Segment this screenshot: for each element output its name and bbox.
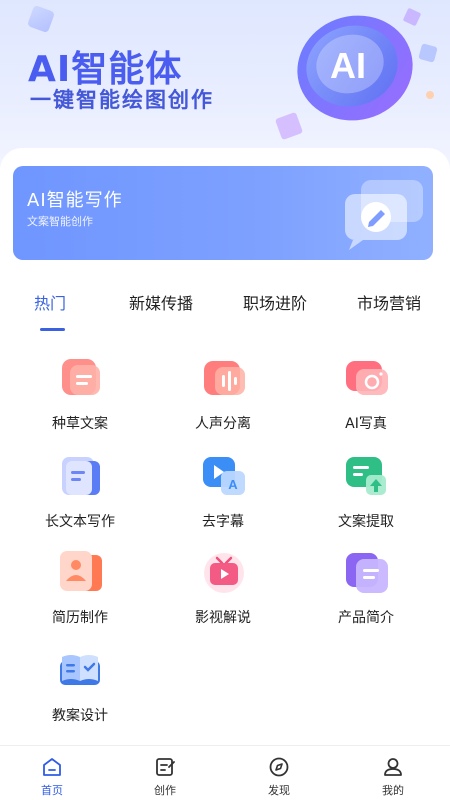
edit-chat-bubble-icon [345,180,423,250]
long-document-icon [62,457,100,495]
tool-label: 教案设计 [52,708,108,724]
tool-item[interactable]: AI写真 [306,355,426,445]
ai-logo-text: AI [330,45,366,86]
decorative-cube [26,4,56,34]
tool-item[interactable]: 种草文案 [20,355,140,445]
nav-create[interactable]: 创作 [135,756,195,798]
tool-label: 简历制作 [52,610,108,626]
ai-writing-banner[interactable]: AI智能写作 文案智能创作 [13,166,433,260]
tab-hot[interactable]: 热门 [34,290,66,314]
tab-career[interactable]: 职场进阶 [243,290,307,314]
user-icon [384,758,402,776]
tool-item[interactable]: 文案提取 [306,453,426,543]
tool-label: 人声分离 [195,416,251,432]
resume-icon [60,551,102,591]
ai-logo-graphic: AI [275,8,438,140]
hero-subtitle: 一键智能绘图创作 [30,88,214,112]
open-book-icon [60,655,100,685]
subtitle-remove-icon: A [203,457,245,495]
nav-discover[interactable]: 发现 [249,756,309,798]
tool-label: 影视解说 [195,610,251,626]
banner-subtitle: 文案智能创作 [27,215,93,228]
tool-item[interactable]: 长文本写作 [20,453,140,543]
tool-item[interactable]: 产品简介 [306,549,426,639]
text-extract-icon [346,457,386,495]
tool-item[interactable]: 影视解说 [163,549,283,639]
tool-item[interactable]: 教案设计 [20,647,140,737]
home-icon [43,758,61,776]
audio-wave-icon [204,361,245,395]
tool-item[interactable]: 人声分离 [163,355,283,445]
tab-new-media[interactable]: 新媒传播 [129,290,193,314]
compass-icon [269,757,289,777]
product-doc-icon [346,553,388,593]
tv-play-icon [204,553,244,593]
tab-active-indicator [40,328,65,331]
tool-item[interactable]: A 去字幕 [163,453,283,543]
nav-label: 创作 [154,784,176,797]
nav-label: 发现 [268,784,290,797]
svg-text:A: A [228,477,238,492]
tool-label: 种草文案 [52,416,108,432]
tab-marketing[interactable]: 市场营销 [357,290,421,314]
nav-label: 首页 [41,784,63,797]
bottom-navigation: 首页 创作 发现 我的 [0,745,450,800]
tool-label: AI写真 [345,416,387,432]
create-icon [156,758,175,776]
banner-title: AI智能写作 [27,190,123,211]
note-card-icon [62,359,100,395]
hero-header: AI智能体 一键智能绘图创作 AI [0,0,450,170]
tool-label: 产品简介 [338,610,394,626]
tool-label: 长文本写作 [45,514,115,530]
camera-icon [346,361,388,395]
nav-home[interactable]: 首页 [22,756,82,798]
nav-label: 我的 [382,784,404,797]
nav-profile[interactable]: 我的 [363,756,423,798]
tool-label: 去字幕 [202,514,244,530]
category-tabs: 热门 新媒传播 职场进阶 市场营销 [0,290,450,331]
tool-item[interactable]: 简历制作 [20,549,140,639]
tool-label: 文案提取 [338,514,394,530]
